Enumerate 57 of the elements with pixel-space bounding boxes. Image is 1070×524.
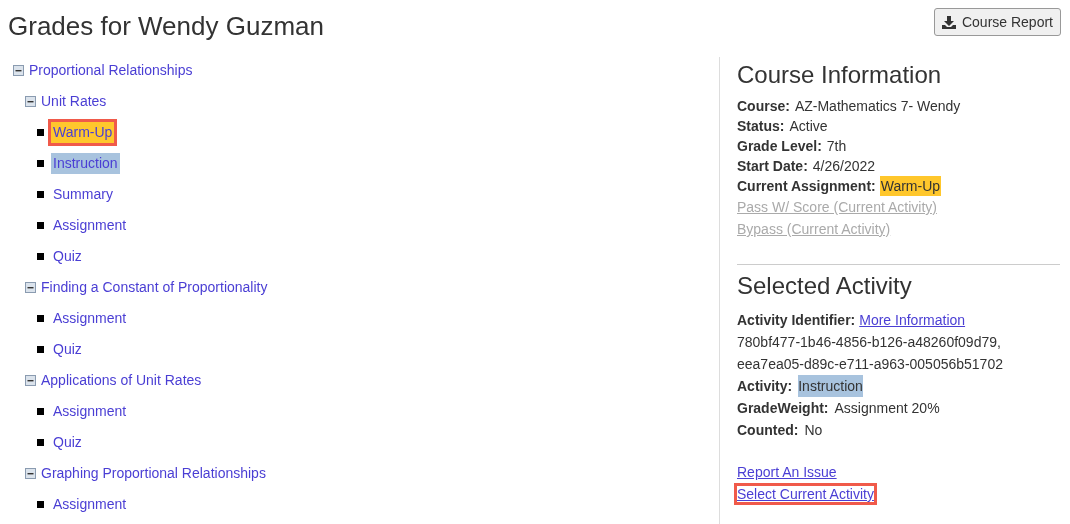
activity-link[interactable]: Quiz — [51, 339, 84, 360]
activity-action-link[interactable]: Report An Issue — [737, 464, 837, 480]
collapse-icon[interactable] — [25, 468, 36, 479]
field-label: Grade Level: — [737, 137, 822, 156]
bullet-icon — [37, 191, 44, 198]
collapse-icon[interactable] — [25, 282, 36, 293]
field-label: Current Assignment: — [737, 177, 876, 196]
activity-link[interactable]: Assignment — [51, 494, 129, 515]
field-label: Status: — [737, 117, 785, 136]
collapse-icon[interactable] — [13, 64, 24, 76]
field-label: Activity: — [737, 377, 793, 396]
activity-link[interactable]: Warm-Up — [51, 122, 115, 143]
field-label: Start Date: — [737, 157, 808, 176]
activity-link[interactable]: Assignment — [51, 215, 129, 236]
unit-link[interactable]: Finding a Constant of Proportionality — [41, 277, 268, 298]
field-value: Assignment 20% — [834, 399, 940, 418]
activity-link[interactable]: Quiz — [51, 432, 84, 453]
activity-action-link[interactable]: Select Current Activity — [737, 486, 874, 502]
activity-link[interactable]: Summary — [51, 184, 115, 205]
page-title: Grades for Wendy Guzman — [8, 10, 324, 43]
bullet-icon — [37, 315, 44, 322]
field-value: 7th — [825, 137, 848, 156]
bullet-icon — [37, 160, 44, 167]
field-label: Counted: — [737, 421, 799, 440]
field-value: AZ-Mathematics 7- Wendy — [793, 97, 962, 116]
bullet-icon — [37, 222, 44, 229]
collapse-icon[interactable] — [25, 375, 36, 386]
unit-link[interactable]: Graphing Proportional Relationships — [41, 463, 266, 484]
bullet-icon — [37, 129, 44, 136]
activity-link[interactable]: Assignment — [51, 308, 129, 329]
bullet-icon — [37, 408, 44, 415]
bullet-icon — [37, 253, 44, 260]
section-heading: Course Information — [737, 60, 943, 90]
activity-link[interactable]: Assignment — [51, 401, 129, 422]
field-value: Active — [788, 117, 829, 136]
unit-link[interactable]: Unit Rates — [41, 91, 107, 112]
field-label: Activity Identifier: — [737, 311, 856, 330]
field-value: 4/26/2022 — [811, 157, 877, 176]
field-value: Warm-Up — [879, 176, 942, 196]
field-value: No — [804, 421, 823, 440]
course-report-button[interactable]: Course Report — [933, 8, 1061, 36]
bullet-icon — [37, 346, 44, 353]
unit-link[interactable]: Applications of Unit Rates — [41, 370, 202, 391]
field-value: Instruction — [798, 375, 863, 397]
bullet-icon — [37, 439, 44, 446]
topic-link[interactable]: Proportional Relationships — [29, 59, 193, 81]
section-heading: Selected Activity — [737, 271, 913, 301]
field-label: GradeWeight: — [737, 399, 829, 418]
activity-link[interactable]: Quiz — [51, 246, 84, 267]
collapse-icon[interactable] — [25, 96, 36, 107]
activity-link[interactable]: Instruction — [51, 153, 120, 174]
download-icon — [941, 15, 956, 29]
identifier-text: 780bf477-1b46-4856-b126-a48260f09d79, — [737, 333, 1002, 352]
field-label: Course: — [737, 97, 790, 116]
bullet-icon — [37, 501, 44, 508]
more-information-link[interactable]: More Information — [859, 309, 966, 331]
identifier-text: eea7ea05-d89c-e711-a963-005056b51702 — [737, 355, 1004, 374]
